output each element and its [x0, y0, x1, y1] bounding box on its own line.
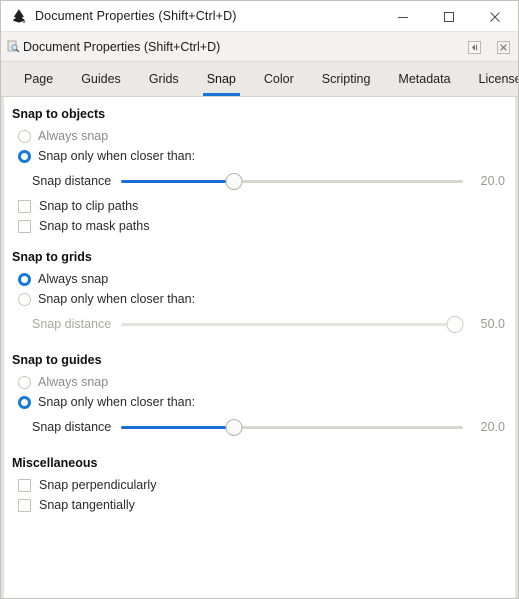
- dock-header: Document Properties (Shift+Ctrl+D): [1, 32, 518, 62]
- slider-track: [121, 323, 463, 326]
- slider-fill: [121, 180, 235, 183]
- slider-fill: [121, 426, 235, 429]
- tab-metadata[interactable]: Metadata: [384, 62, 464, 96]
- radio-selected-icon[interactable]: [18, 149, 31, 163]
- checkbox-label: Snap to mask paths: [39, 219, 150, 233]
- slider-handle: [446, 316, 464, 333]
- window-controls: [380, 1, 518, 32]
- dock-controls: [468, 32, 510, 62]
- checkbox-icon[interactable]: [18, 199, 31, 213]
- dock-float-icon: [472, 44, 478, 50]
- radio-icon[interactable]: [18, 292, 31, 306]
- tab-bar: Page Guides Grids Snap Color Scripting M…: [1, 62, 518, 97]
- radio-label: Always snap: [38, 375, 109, 389]
- guides-snap-distance-row: Snap distance 20.0: [4, 412, 515, 442]
- objects-snap-distance-row: Snap distance 20.0: [4, 166, 515, 196]
- snap-to-clip-paths-row[interactable]: Snap to clip paths: [4, 196, 515, 216]
- section-title: Snap to objects: [12, 107, 106, 121]
- checkbox-icon[interactable]: [18, 478, 31, 492]
- tab-label: Snap: [206, 72, 236, 86]
- section-title: Snap to grids: [12, 250, 92, 264]
- checkbox-icon[interactable]: [18, 219, 31, 233]
- objects-always-snap-radio-row[interactable]: Always snap: [4, 126, 515, 146]
- slider-value: 20.0: [480, 420, 505, 434]
- radio-label: Always snap: [38, 272, 109, 286]
- maximize-icon: [444, 11, 454, 22]
- radio-label: Snap only when closer than:: [38, 292, 196, 306]
- guides-closer-than-radio-row[interactable]: Snap only when closer than:: [4, 392, 515, 412]
- checkbox-label: Snap tangentially: [39, 498, 135, 512]
- minimize-button[interactable]: [380, 1, 426, 32]
- radio-icon[interactable]: [18, 129, 31, 143]
- tab-label: Grids: [148, 72, 179, 86]
- objects-snap-distance-slider[interactable]: [121, 171, 463, 191]
- grids-always-snap-radio-row[interactable]: Always snap: [4, 269, 515, 289]
- checkbox-label: Snap to clip paths: [39, 199, 139, 213]
- radio-label: Snap only when closer than:: [38, 149, 196, 163]
- radio-label: Snap only when closer than:: [38, 395, 196, 409]
- tab-page[interactable]: Page: [10, 62, 67, 96]
- tab-label: License: [478, 72, 519, 86]
- guides-always-snap-radio-row[interactable]: Always snap: [4, 372, 515, 392]
- tab-label: Scripting: [321, 72, 371, 86]
- tab-grids[interactable]: Grids: [135, 62, 193, 96]
- slider-caption: Snap distance: [32, 420, 112, 434]
- snap-to-mask-paths-row[interactable]: Snap to mask paths: [4, 216, 515, 236]
- dock-float-button[interactable]: [468, 40, 481, 54]
- close-icon: [490, 11, 500, 22]
- minimize-icon: [398, 16, 408, 18]
- snap-tangentially-row[interactable]: Snap tangentially: [4, 495, 515, 515]
- section-miscellaneous: Miscellaneous Snap perpendicularly Snap …: [4, 455, 515, 515]
- grids-closer-than-radio-row[interactable]: Snap only when closer than:: [4, 289, 515, 309]
- tab-scripting[interactable]: Scripting: [308, 62, 385, 96]
- tab-color[interactable]: Color: [250, 62, 308, 96]
- tab-label: Guides: [81, 72, 121, 86]
- tab-label: Metadata: [398, 72, 451, 86]
- guides-snap-distance-slider[interactable]: [121, 417, 463, 437]
- section-title: Snap to guides: [12, 353, 102, 367]
- objects-closer-than-radio-row[interactable]: Snap only when closer than:: [4, 146, 515, 166]
- slider-caption: Snap distance: [32, 174, 112, 188]
- section-title: Miscellaneous: [12, 456, 98, 470]
- tab-license[interactable]: License: [465, 62, 519, 96]
- dock-close-button[interactable]: [497, 40, 510, 54]
- slider-caption: Snap distance: [32, 317, 112, 331]
- window-titlebar[interactable]: Document Properties (Shift+Ctrl+D): [1, 1, 518, 32]
- snap-tab-panel: Snap to objects Always snap Snap only wh…: [1, 97, 518, 598]
- radio-icon[interactable]: [18, 375, 31, 389]
- section-snap-to-objects: Snap to objects Always snap Snap only wh…: [4, 106, 515, 236]
- dock-close-icon: [500, 43, 507, 51]
- tab-label: Page: [24, 72, 54, 86]
- close-button[interactable]: [472, 1, 518, 32]
- radio-label: Always snap: [38, 129, 109, 143]
- grids-snap-distance-row: Snap distance 50.0: [4, 309, 515, 339]
- section-snap-to-guides: Snap to guides Always snap Snap only whe…: [4, 352, 515, 442]
- checkbox-icon[interactable]: [18, 498, 31, 512]
- maximize-button[interactable]: [426, 1, 472, 32]
- slider-handle[interactable]: [225, 173, 243, 190]
- slider-value: 50.0: [480, 317, 505, 331]
- tab-label: Color: [263, 72, 294, 86]
- grids-snap-distance-slider: [121, 314, 464, 334]
- snap-perpendicularly-row[interactable]: Snap perpendicularly: [4, 475, 515, 495]
- document-properties-window: Document Properties (Shift+Ctrl+D) Docum…: [0, 0, 519, 599]
- document-properties-icon: [7, 40, 20, 53]
- slider-handle[interactable]: [225, 419, 243, 436]
- radio-selected-icon[interactable]: [18, 272, 31, 286]
- window-title: Document Properties (Shift+Ctrl+D): [35, 9, 237, 23]
- slider-value: 20.0: [480, 174, 505, 188]
- checkbox-label: Snap perpendicularly: [39, 478, 157, 492]
- section-snap-to-grids: Snap to grids Always snap Snap only when…: [4, 249, 515, 339]
- radio-selected-icon[interactable]: [18, 395, 31, 409]
- dock-title: Document Properties (Shift+Ctrl+D): [23, 39, 221, 54]
- inkscape-logo-icon: [12, 9, 26, 23]
- tab-guides[interactable]: Guides: [67, 62, 135, 96]
- tab-snap[interactable]: Snap: [193, 62, 250, 96]
